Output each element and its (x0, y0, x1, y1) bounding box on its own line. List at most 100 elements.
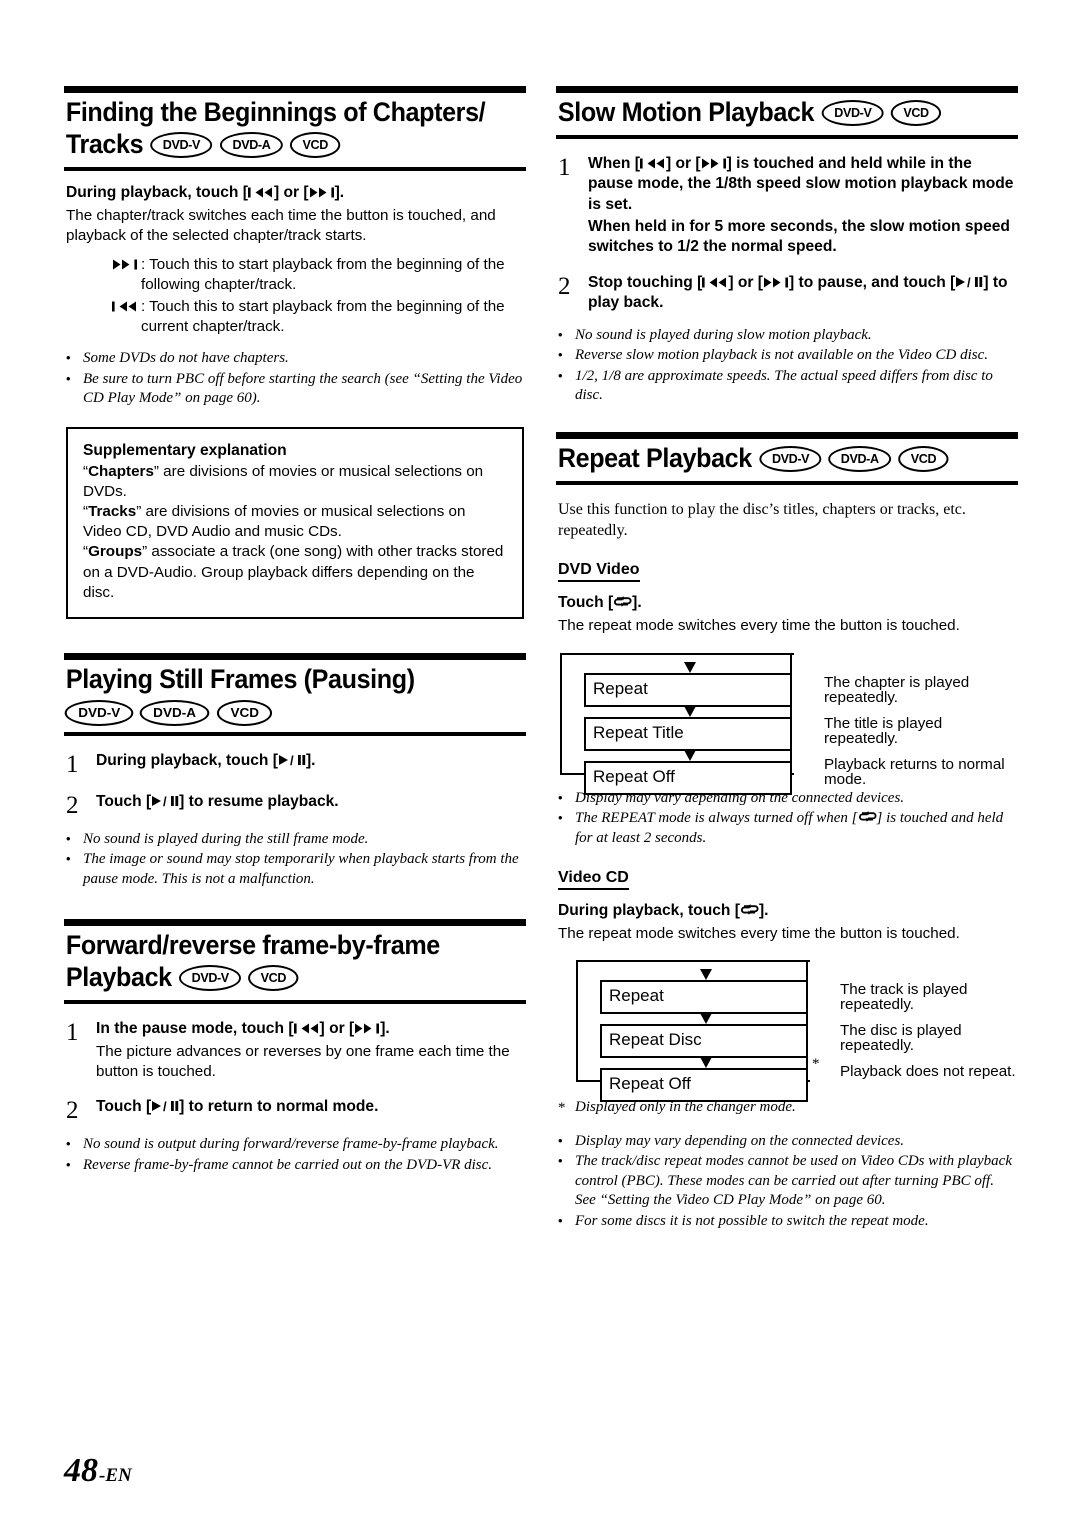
definition-row: : Touch this to start playback from the … (98, 255, 526, 295)
next-track-icon (354, 1023, 380, 1034)
section-title-line2: Playback (65, 962, 172, 993)
next-track-icon (309, 187, 335, 198)
badge-group: DVD-V VCD (172, 962, 303, 992)
frame-by-frame-notes: • No sound is output during forward/rever… (66, 1135, 526, 1175)
badge-dvd-v: DVD-V (178, 965, 242, 992)
lead-text-post: ]. (758, 902, 769, 920)
bullet-icon: • (558, 1212, 563, 1228)
heading-rule-bottom (556, 134, 1018, 139)
badge-dvd-v: DVD-V (150, 131, 213, 158)
flow-box-label: Repeat Off (609, 1074, 691, 1094)
section-title-still: Playing Still Frames (Pausing) (65, 664, 415, 695)
step-text-mid: ] or [ (728, 273, 763, 291)
step-text-pre: When [ (588, 154, 640, 172)
badge-dvd-a: DVD-A (219, 131, 283, 158)
section-title-text: Slow Motion Playback (557, 97, 815, 127)
repeat-icon (858, 810, 877, 823)
step-number: 1 (66, 1019, 79, 1047)
svg-text:/: / (967, 276, 971, 288)
note-text: Some DVDs do not have chapters. (83, 350, 289, 367)
badge-group: DVD-V VCD (814, 97, 945, 127)
note-text: The track/disc repeat modes cannot be us… (575, 1153, 1012, 1209)
play-pause-icon: / (955, 276, 983, 288)
bullet-icon: • (66, 370, 71, 386)
heading-rule-bottom (556, 480, 1018, 485)
step-heading: Touch [/] to resume playback. (96, 792, 526, 813)
bullet-icon: • (66, 350, 71, 366)
section-title-slow: Slow Motion Playback DVD-V VCD (556, 93, 986, 132)
section-frame-by-frame: Forward/reverse frame-by-frame Playback D… (64, 919, 526, 1005)
definition-text: : Touch this to start playback from the … (141, 297, 505, 335)
step-body: Stop touching [] or [] to pause, and tou… (588, 273, 1018, 314)
step-text-post: ] to resume playback. (179, 792, 339, 810)
svg-text:/: / (163, 1100, 167, 1112)
flow-arrow (584, 705, 792, 717)
supplementary-paragraph: “Chapters” are divisions of movies or mu… (83, 462, 484, 500)
badge-dvd-v: DVD-V (64, 699, 134, 726)
step-body: Touch [/] to return to normal mode. (96, 1097, 526, 1123)
step-body: During playback, touch [/]. (96, 751, 526, 777)
note-item: • Some DVDs do not have chapters. (66, 349, 526, 369)
section-finding-beginnings: Finding the Beginnings of Chapters/ Trac… (64, 86, 526, 171)
step-number: 2 (66, 791, 79, 819)
note-item: • The REPEAT mode is always turned off wh… (558, 809, 1018, 848)
flow-box: Repeat Title (584, 716, 792, 751)
section-title-text: Repeat Playback (557, 442, 752, 473)
finding-notes: • Some DVDs do not have chapters. • Be sur… (66, 349, 526, 409)
note-item: • No sound is output during forward/rever… (66, 1135, 526, 1155)
video-cd-notes: • Display may vary depending on the conne… (558, 1132, 1018, 1232)
step-heading: Stop touching [] or [] to pause, and tou… (588, 273, 1018, 314)
step-text-pre: In the pause mode, touch [ (96, 1020, 294, 1038)
step-text-pre: Touch [ (96, 1098, 152, 1116)
step-body: Touch [/] to resume playback. (96, 792, 526, 818)
video-cd-lead: During playback, touch []. (558, 902, 1018, 920)
flow-box: Repeat Disc (600, 1024, 808, 1059)
badge-vcd: VCD (216, 699, 273, 726)
play-pause-icon: / (278, 754, 306, 766)
step-item: 2 Touch [/] to resume playback. (66, 792, 526, 818)
step-heading: When [] or [] is touched and held while … (588, 154, 1018, 216)
dvd-video-lead-body: The repeat mode switches every time the … (558, 617, 960, 635)
bullet-icon: • (558, 347, 563, 363)
note-text: 1/2, 1/8 are approximate speeds. The act… (575, 367, 993, 404)
flow-box: Repeat (584, 672, 792, 707)
step-item: 2 Stop touching [] or [] to pause, and t… (558, 273, 1018, 314)
note-text: For some discs it is not possible to swi… (575, 1212, 929, 1229)
flow-box: Repeat Off (600, 1068, 808, 1103)
subheading-dvd-video: DVD Video (558, 561, 640, 583)
badge-dvd-a: DVD-A (828, 445, 892, 472)
badge-dvd-v: DVD-V (821, 100, 884, 126)
footnote-marker: * (812, 1056, 820, 1073)
note-item: • Be sure to turn PBC off before starting… (66, 370, 526, 409)
heading-rule-top (64, 919, 526, 927)
note-text: Reverse slow motion playback is not avai… (575, 347, 988, 364)
heading-rule-bottom (64, 1000, 526, 1005)
flow-box-label: Repeat (609, 986, 664, 1006)
note-text: The REPEAT mode is always turned off whe… (575, 809, 1018, 848)
badge-dvd-a: DVD-A (140, 699, 210, 726)
note-text: No sound is played during slow motion pl… (575, 326, 872, 343)
supplementary-text: ” associate a track (one song) with othe… (83, 543, 504, 601)
repeat-icon (613, 595, 632, 608)
flow-description: The chapter is played repeatedly. (824, 673, 970, 706)
note-text: No sound is output during forward/revers… (83, 1136, 499, 1153)
play-pause-icon: / (151, 1100, 179, 1112)
bullet-icon: • (66, 851, 71, 867)
manual-page: Finding the Beginnings of Chapters/ Trac… (0, 0, 1080, 1526)
note-item: • The track/disc repeat modes cannot be u… (558, 1152, 1018, 1211)
repeat-intro-text: Use this function to play the disc’s tit… (558, 500, 966, 540)
section-playing-still-frames: Playing Still Frames (Pausing) DVD-V DVD-… (64, 653, 526, 736)
definition-row: : Touch this to start playback from the … (98, 297, 526, 337)
definition-text: : Touch this to start playback from the … (141, 256, 505, 294)
video-cd-lead-body: The repeat mode switches every time the … (558, 925, 960, 943)
flow-arrow (584, 749, 792, 761)
section-title-frame: Forward/reverse frame-by-frame Playback D… (64, 926, 494, 997)
flow-description: The disc is played repeatedly. (840, 1022, 962, 1055)
section-title-line2: Tracks (65, 128, 144, 159)
finding-lead-pre: During playback, touch [ (66, 183, 248, 201)
next-track-icon (98, 255, 141, 295)
step-number: 2 (558, 272, 571, 300)
supplementary-paragraph: “Groups” associate a track (one song) wi… (83, 543, 504, 601)
step-text-mid: ] or [ (319, 1020, 355, 1038)
badge-group: DVD-V DVD-A VCD (143, 129, 344, 159)
